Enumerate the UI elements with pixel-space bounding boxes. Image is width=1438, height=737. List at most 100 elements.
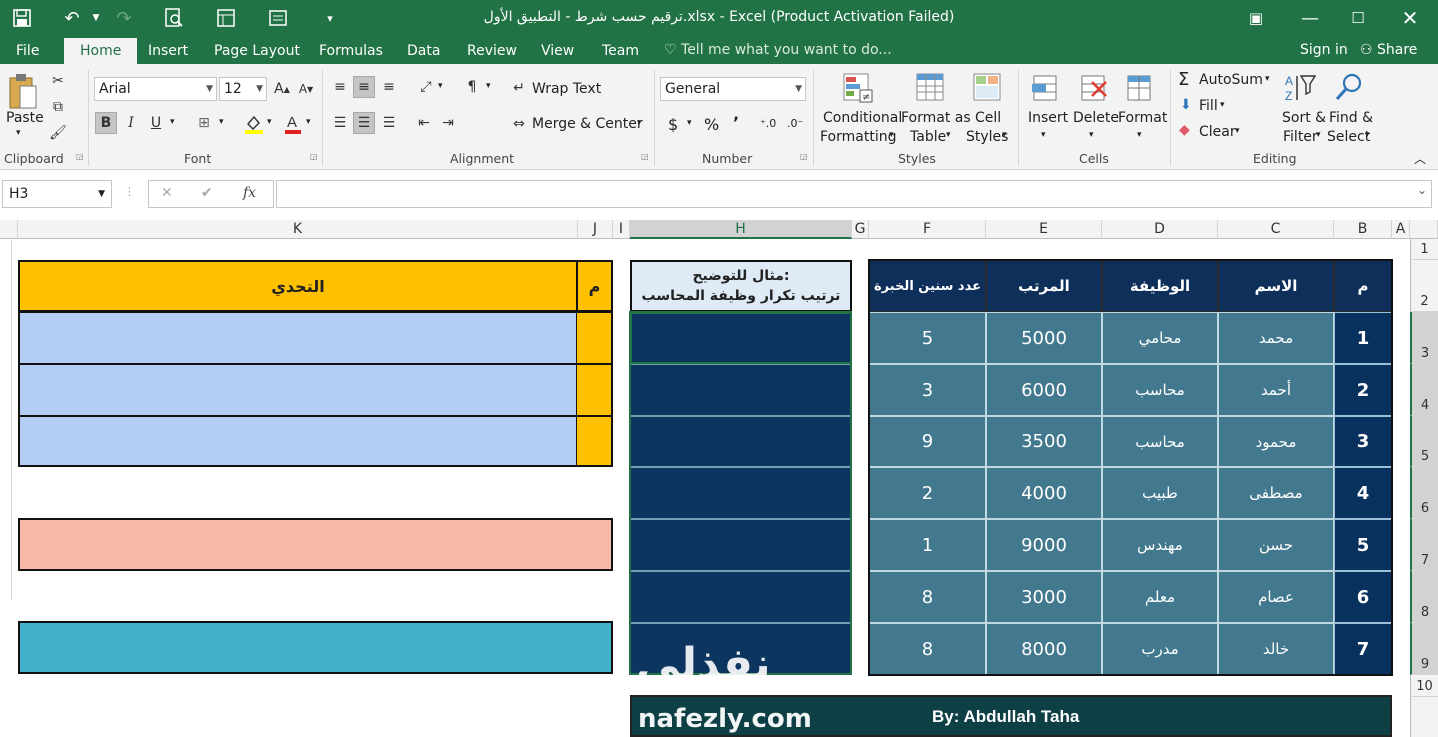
merge-center-button[interactable]: Merge & Center [532, 116, 643, 132]
example-cell[interactable] [630, 416, 852, 467]
merge-dropdown-icon[interactable]: ▾ [637, 118, 642, 128]
copy-icon[interactable]: ⧉ [47, 96, 69, 118]
tab-home[interactable]: Home [64, 38, 138, 64]
borders-dropdown-icon[interactable]: ▾ [219, 117, 224, 127]
row-header-2[interactable]: 2 [1410, 260, 1438, 312]
column-header-h[interactable]: H [630, 220, 852, 239]
challenge-cell[interactable] [18, 416, 578, 467]
top-align-icon[interactable]: ≡ [329, 76, 351, 98]
tab-team[interactable]: Team [594, 40, 647, 64]
insert-function-button[interactable]: fx [243, 185, 256, 201]
paste-icon[interactable] [6, 70, 40, 114]
num-cell[interactable]: 5 [1334, 519, 1392, 571]
tab-page-layout[interactable]: Page Layout [206, 40, 308, 64]
conditional-formatting-label-1[interactable]: Conditional [823, 110, 902, 126]
years-cell[interactable]: 9 [869, 416, 986, 467]
collapse-ribbon-icon[interactable]: ︿ [1414, 150, 1426, 167]
align-center-icon[interactable]: ☰ [353, 112, 375, 134]
autosum-icon[interactable]: Σ [1178, 69, 1189, 90]
number-launcher-icon[interactable]: ◲ [800, 152, 808, 161]
num-cell[interactable]: 6 [1334, 571, 1392, 623]
row-header-4[interactable]: 4 [1410, 364, 1438, 416]
name-cell[interactable]: محمود [1218, 416, 1334, 467]
challenge-cell[interactable] [18, 312, 578, 364]
job-cell[interactable]: مدرب [1102, 623, 1218, 675]
confirm-entry-icon[interactable]: ✔ [201, 185, 213, 201]
font-launcher-icon[interactable]: ◲ [310, 152, 318, 161]
example-cell[interactable] [630, 571, 852, 623]
cell-styles-icon[interactable] [970, 70, 1006, 106]
insert-cells-icon[interactable] [1028, 70, 1062, 106]
column-header-b[interactable]: B [1334, 220, 1392, 239]
grow-font-icon[interactable]: A ▲ [271, 78, 293, 100]
row-header-7[interactable]: 7 [1410, 519, 1438, 571]
font-color-icon[interactable]: A [281, 112, 305, 136]
find-select-label-2[interactable]: Select [1327, 129, 1370, 145]
currency-button[interactable]: $ [668, 115, 678, 134]
num-cell[interactable]: 7 [1334, 623, 1392, 675]
years-cell[interactable]: 5 [869, 312, 986, 364]
bold-button[interactable]: B [95, 112, 117, 134]
align-right-icon[interactable]: ☰ [378, 112, 400, 134]
cyan-box[interactable] [18, 621, 613, 674]
name-cell[interactable]: مصطفى [1218, 467, 1334, 519]
row-header-9[interactable]: 9 [1410, 623, 1438, 675]
underline-button[interactable]: U [145, 112, 167, 134]
example-header[interactable]: مثال للتوضيح: ترتيب تكرار وظيفة المحاسب [630, 260, 852, 312]
header-years[interactable]: عدد سنين الخبرة [869, 260, 986, 312]
job-cell[interactable]: محاسب [1102, 416, 1218, 467]
column-header-d[interactable]: D [1102, 220, 1218, 239]
salary-cell[interactable]: 3000 [986, 571, 1102, 623]
find-select-label-1[interactable]: Find & [1329, 110, 1373, 126]
years-cell[interactable]: 8 [869, 623, 986, 675]
clear-dropdown-icon[interactable]: ▾ [1235, 126, 1240, 136]
job-cell[interactable]: محاسب [1102, 364, 1218, 416]
increase-indent-icon[interactable]: ⇥ [437, 112, 459, 134]
paste-label[interactable]: Paste [6, 110, 44, 126]
header-name[interactable]: الاسم [1218, 260, 1334, 312]
decrease-indent-icon[interactable]: ⇤ [413, 112, 435, 134]
fill-dropdown-icon[interactable]: ▾ [1220, 100, 1225, 110]
orientation-dropdown-icon[interactable]: ▾ [438, 81, 443, 91]
insert-cells-dropdown-icon[interactable]: ▾ [1041, 130, 1046, 140]
share-button[interactable]: ⚇ Share [1360, 42, 1417, 58]
header-salary[interactable]: المرتب [986, 260, 1102, 312]
ribbon-display-icon[interactable]: ▣ [1236, 4, 1276, 32]
tab-view[interactable]: View [533, 40, 582, 64]
salary-cell[interactable]: 3500 [986, 416, 1102, 467]
number-format-combo[interactable]: General ▼ [660, 77, 806, 101]
cell-styles-label-1[interactable]: Cell [975, 110, 1001, 126]
years-cell[interactable]: 8 [869, 571, 986, 623]
sort-filter-label-2[interactable]: Filter [1283, 129, 1318, 145]
years-cell[interactable]: 1 [869, 519, 986, 571]
formula-input[interactable]: ⌄ [276, 180, 1432, 208]
example-cell[interactable] [630, 467, 852, 519]
challenge-num-header[interactable]: م [576, 260, 613, 312]
sign-in-link[interactable]: Sign in [1300, 42, 1348, 58]
format-cells-label[interactable]: Format [1118, 110, 1167, 126]
autosum-dropdown-icon[interactable]: ▾ [1265, 74, 1270, 84]
example-cell[interactable] [630, 519, 852, 571]
salary-cell[interactable]: 4000 [986, 467, 1102, 519]
worksheet-grid[interactable]: K J I H G F E D C B A 1 2 3 4 5 6 7 8 9 … [0, 220, 1438, 737]
direction-dropdown-icon[interactable]: ▾ [486, 81, 491, 91]
format-cells-icon[interactable] [1122, 70, 1156, 106]
row-header-8[interactable]: 8 [1410, 571, 1438, 623]
name-cell[interactable]: محمد [1218, 312, 1334, 364]
column-header-i[interactable]: I [613, 220, 630, 239]
row-header-5[interactable]: 5 [1410, 416, 1438, 467]
font-size-combo[interactable]: 12 ▼ [219, 77, 267, 101]
decrease-decimal-icon[interactable]: .0⁻ [787, 117, 803, 130]
format-table-dropdown-icon[interactable]: ▾ [946, 130, 951, 140]
cancel-entry-icon[interactable]: ✕ [161, 185, 173, 201]
tab-insert[interactable]: Insert [140, 40, 196, 64]
tab-formulas[interactable]: Formulas [311, 40, 391, 64]
challenge-num-cell[interactable] [576, 312, 613, 364]
name-cell[interactable]: حسن [1218, 519, 1334, 571]
job-cell[interactable]: مهندس [1102, 519, 1218, 571]
name-cell[interactable]: عصام [1218, 571, 1334, 623]
sort-filter-dropdown-icon[interactable]: ▾ [1316, 130, 1321, 140]
salary-cell[interactable]: 8000 [986, 623, 1102, 675]
example-cell-selected[interactable] [630, 312, 852, 364]
header-job[interactable]: الوظيفة [1102, 260, 1218, 312]
